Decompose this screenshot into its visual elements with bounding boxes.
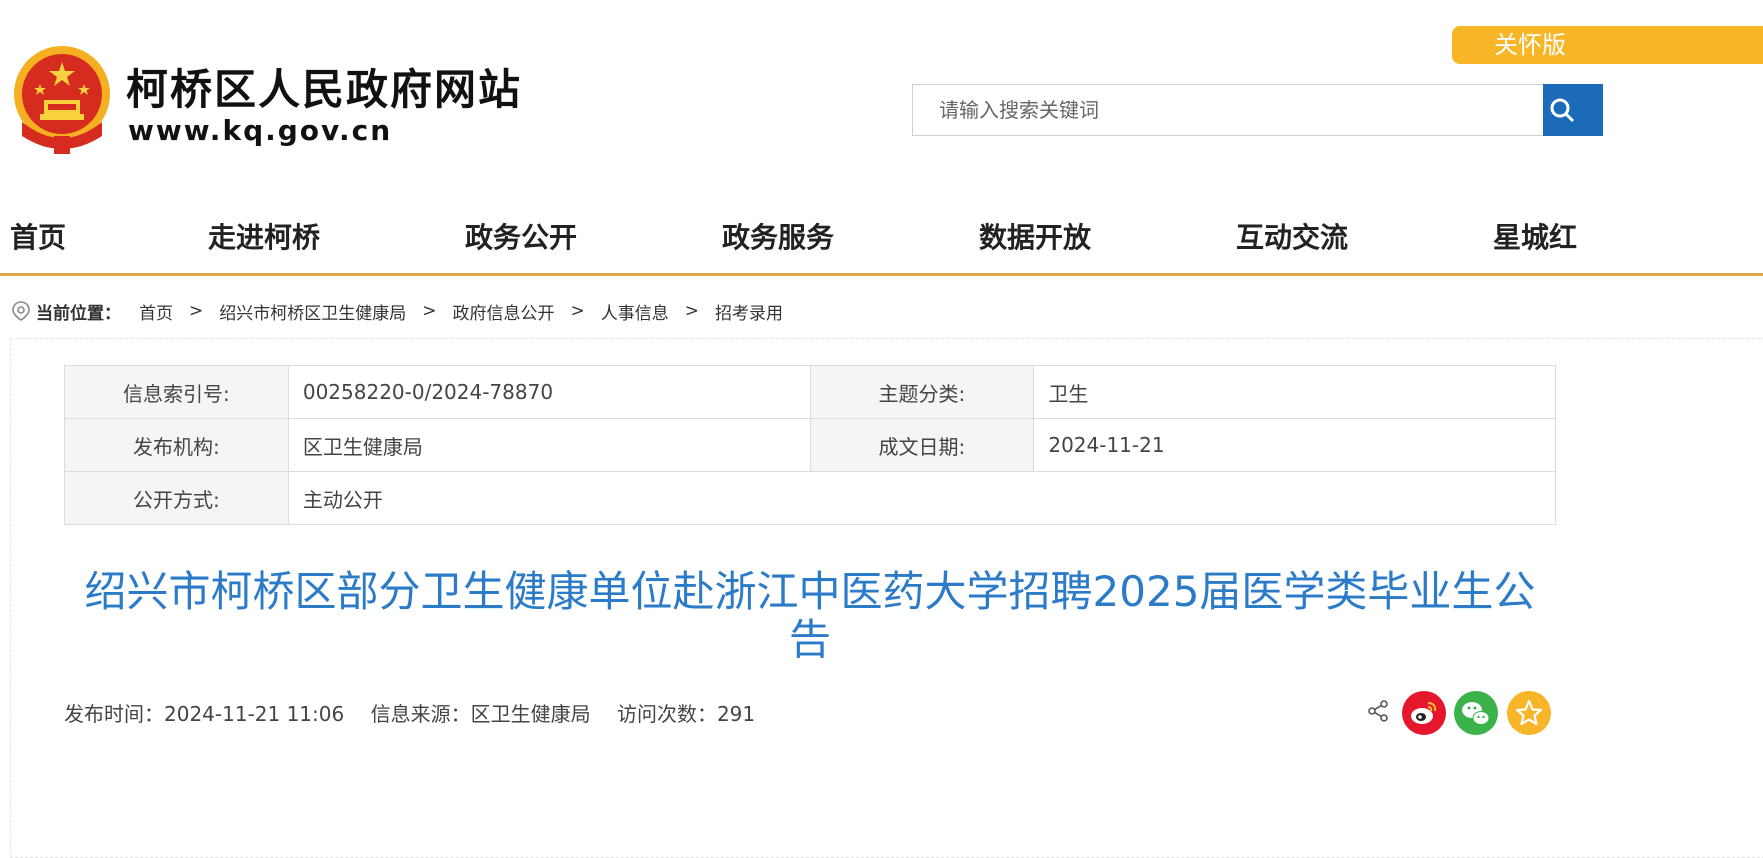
- index-key: 信息索引号:: [64, 365, 289, 419]
- share-icon[interactable]: [1366, 699, 1390, 727]
- breadcrumb-recruitment[interactable]: 招考录用: [715, 299, 783, 324]
- search-icon: [1550, 98, 1575, 123]
- wechat-icon[interactable]: [1454, 691, 1498, 735]
- open-method-value: 主动公开: [287, 471, 1557, 525]
- publish-time: 发布时间：2024-11-21 11:06: [64, 702, 345, 726]
- org-key: 发布机构:: [64, 418, 289, 472]
- nav-item-open-data[interactable]: 数据开放: [979, 216, 1091, 256]
- nav-item-star-city[interactable]: 星城红: [1493, 216, 1577, 256]
- topic-key: 主题分类:: [809, 365, 1035, 419]
- care-mode-button[interactable]: 关怀版: [1452, 26, 1763, 64]
- nav-item-home[interactable]: 首页: [10, 216, 66, 256]
- breadcrumb-label: 当前位置：: [36, 303, 121, 324]
- table-row: 公开方式: 主动公开: [64, 471, 1557, 525]
- site-title: 柯桥区人民政府网站: [126, 65, 523, 114]
- nav-item-gov-affairs[interactable]: 政务公开: [465, 216, 577, 256]
- search-button[interactable]: [1543, 84, 1603, 136]
- site-url: www.kq.gov.cn: [128, 114, 393, 147]
- breadcrumb-separator: >: [684, 301, 699, 321]
- breadcrumb-separator: >: [570, 301, 585, 321]
- breadcrumb-gov-info[interactable]: 政府信息公开: [453, 299, 555, 324]
- info-table: 信息索引号: 00258220-0/2024-78870 主题分类: 卫生 发布…: [64, 365, 1557, 525]
- article-title: 绍兴市柯桥区部分卫生健康单位赴浙江中医药大学招聘2025届医学类毕业生公告: [84, 567, 1536, 664]
- article-meta: 发布时间：2024-11-21 11:06 信息来源：区卫生健康局 访问次数：2…: [64, 698, 775, 727]
- breadcrumb-personnel[interactable]: 人事信息: [601, 299, 669, 324]
- open-method-key: 公开方式:: [64, 471, 289, 525]
- info-source: 信息来源：区卫生健康局: [370, 702, 591, 726]
- visit-count: 访问次数：291: [616, 702, 756, 726]
- search-input[interactable]: [912, 84, 1544, 136]
- favorite-icon[interactable]: [1507, 691, 1551, 735]
- breadcrumb-separator: >: [189, 301, 204, 321]
- breadcrumb-separator: >: [422, 301, 437, 321]
- breadcrumb-health-bureau[interactable]: 绍兴市柯桥区卫生健康局: [219, 299, 406, 324]
- nav-item-interaction[interactable]: 互动交流: [1236, 216, 1348, 256]
- main-nav: 首页 走进柯桥 政务公开 政务服务 数据开放 互动交流 星城红: [0, 190, 1763, 276]
- national-emblem-icon: [10, 44, 114, 156]
- table-row: 信息索引号: 00258220-0/2024-78870 主题分类: 卫生: [64, 365, 1556, 419]
- table-row: 发布机构: 区卫生健康局 成文日期: 2024-11-21: [64, 418, 1556, 472]
- breadcrumb: 当前位置： 首页 > 绍兴市柯桥区卫生健康局 > 政府信息公开 > 人事信息 >…: [10, 298, 783, 324]
- location-pin-icon: [12, 301, 30, 321]
- date-key: 成文日期:: [809, 418, 1035, 472]
- index-value: 00258220-0/2024-78870: [287, 365, 811, 419]
- org-value: 区卫生健康局: [287, 418, 811, 472]
- weibo-icon[interactable]: [1402, 691, 1446, 735]
- nav-item-about[interactable]: 走进柯桥: [208, 216, 320, 256]
- breadcrumb-home[interactable]: 首页: [139, 299, 173, 324]
- date-value: 2024-11-21: [1033, 418, 1556, 472]
- nav-item-gov-service[interactable]: 政务服务: [722, 216, 834, 256]
- topic-value: 卫生: [1033, 365, 1556, 419]
